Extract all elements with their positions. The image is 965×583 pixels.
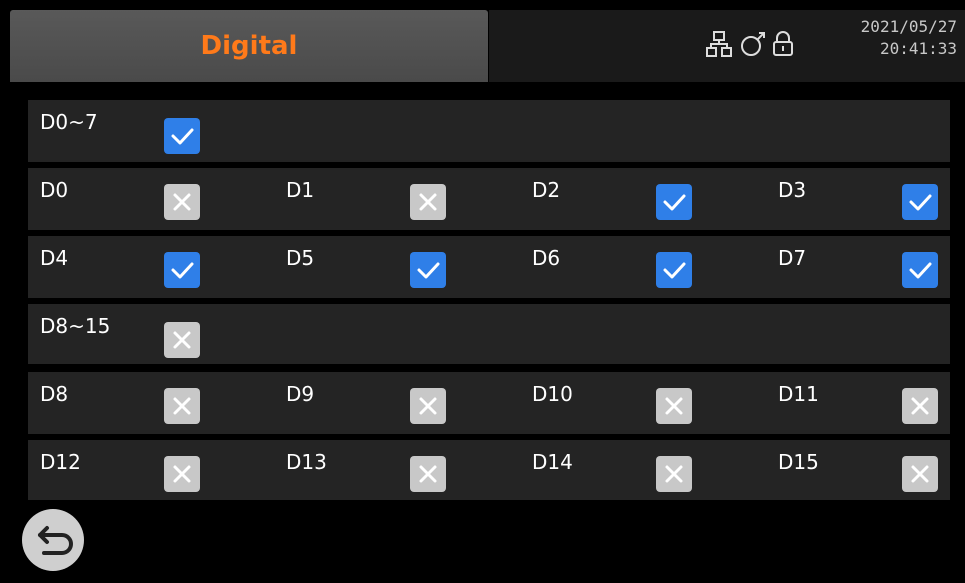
group-checkbox[interactable]	[164, 322, 200, 358]
channel-checkbox[interactable]	[902, 184, 938, 220]
cross-icon	[419, 397, 437, 415]
cross-icon	[173, 331, 191, 349]
channel-checkbox[interactable]	[164, 252, 200, 288]
status-area: 2021/05/27 20:41:33	[489, 10, 965, 82]
network-icon	[706, 31, 732, 57]
checkmark-icon	[663, 262, 686, 279]
channel-cell: D12	[28, 440, 274, 500]
checkmark-icon	[663, 194, 686, 211]
back-arrow-icon	[38, 526, 73, 555]
channel-label: D12	[40, 450, 81, 474]
channel-cell: D3	[766, 168, 965, 230]
page-title: Digital	[200, 31, 298, 61]
channel-cell: D1	[274, 168, 520, 230]
channel-cell: D10	[520, 372, 766, 434]
channel-label: D9	[286, 382, 315, 406]
cross-icon	[665, 397, 683, 415]
channel-row: D12 D13 D14 D15	[28, 440, 950, 500]
channel-cell: D13	[274, 440, 520, 500]
cross-icon	[911, 465, 929, 483]
cross-icon	[173, 193, 191, 211]
channel-row: D8 D9 D10 D11	[28, 372, 950, 434]
group-checkbox[interactable]	[164, 118, 200, 154]
checkmark-icon	[417, 262, 440, 279]
time-text: 20:41:33	[879, 39, 957, 58]
group-row: D0~7	[28, 100, 950, 162]
channel-checkbox[interactable]	[410, 456, 446, 492]
date-text: 2021/05/27	[860, 17, 957, 36]
channel-label: D2	[532, 178, 561, 202]
cross-icon	[665, 465, 683, 483]
top-bar: Digital 2021/05/27 20:41:33	[0, 0, 965, 82]
channel-label: D11	[778, 382, 819, 406]
channel-label: D10	[532, 382, 573, 406]
channel-cell: D2	[520, 168, 766, 230]
back-button[interactable]	[22, 509, 84, 571]
channel-row: D0 D1 D2 D3	[28, 168, 950, 230]
group-cell: D8~15	[28, 304, 274, 364]
channel-label: D7	[778, 246, 807, 270]
channel-checkbox[interactable]	[902, 252, 938, 288]
channel-checkbox[interactable]	[902, 456, 938, 492]
lock-icon	[773, 31, 793, 56]
title-tab: Digital	[10, 10, 488, 82]
channel-cell: D5	[274, 236, 520, 298]
channel-checkbox[interactable]	[164, 184, 200, 220]
probe-icon	[741, 32, 765, 56]
channel-label: D1	[286, 178, 315, 202]
channel-label: D6	[532, 246, 561, 270]
checkmark-icon	[171, 262, 194, 279]
channel-cell: D7	[766, 236, 965, 298]
channel-checkbox[interactable]	[410, 388, 446, 424]
group-row: D8~15	[28, 304, 950, 364]
channel-label: D3	[778, 178, 807, 202]
channel-label: D8	[40, 382, 69, 406]
cross-icon	[419, 193, 437, 211]
checkmark-icon	[171, 128, 194, 145]
checkmark-icon	[909, 194, 932, 211]
channel-checkbox[interactable]	[164, 456, 200, 492]
cross-icon	[419, 465, 437, 483]
channel-cell: D6	[520, 236, 766, 298]
channel-cell: D8	[28, 372, 274, 434]
channel-checkbox[interactable]	[902, 388, 938, 424]
channel-cell: D14	[520, 440, 766, 500]
channel-checkbox[interactable]	[410, 184, 446, 220]
group-cell: D0~7	[28, 100, 274, 162]
channel-label: D0~7	[40, 110, 98, 134]
channel-cell: D4	[28, 236, 274, 298]
channel-checkbox[interactable]	[656, 184, 692, 220]
channel-cell: D15	[766, 440, 965, 500]
channel-checkbox[interactable]	[410, 252, 446, 288]
cross-icon	[911, 397, 929, 415]
channel-cell: D11	[766, 372, 965, 434]
channel-label: D4	[40, 246, 69, 270]
channel-checkbox[interactable]	[656, 252, 692, 288]
channel-label: D8~15	[40, 314, 111, 338]
channel-cell: D0	[28, 168, 274, 230]
channel-cell: D9	[274, 372, 520, 434]
channel-checkbox[interactable]	[164, 388, 200, 424]
cross-icon	[173, 397, 191, 415]
datetime: 2021/05/27 20:41:33	[861, 16, 957, 60]
channel-label: D0	[40, 178, 69, 202]
channel-label: D13	[286, 450, 327, 474]
channel-checkbox[interactable]	[656, 388, 692, 424]
channel-row: D4 D5 D6 D7	[28, 236, 950, 298]
channel-checkbox[interactable]	[656, 456, 692, 492]
channel-label: D14	[532, 450, 573, 474]
cross-icon	[173, 465, 191, 483]
channel-label: D5	[286, 246, 315, 270]
checkmark-icon	[909, 262, 932, 279]
channel-label: D15	[778, 450, 819, 474]
